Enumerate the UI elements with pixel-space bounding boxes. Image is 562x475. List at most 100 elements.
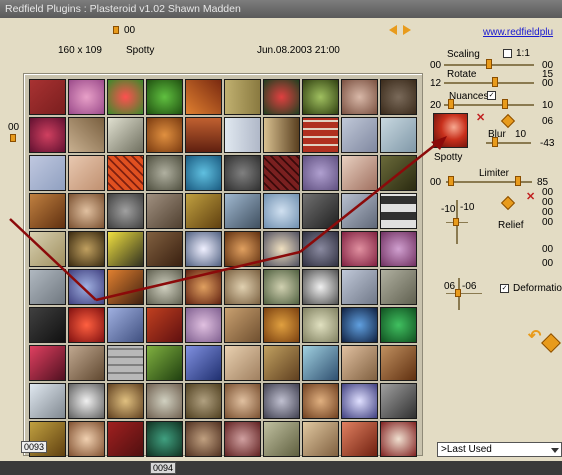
texture-tile[interactable] (302, 421, 339, 457)
texture-tile[interactable] (146, 383, 183, 419)
texture-tile[interactable] (341, 231, 378, 267)
texture-tile[interactable] (224, 117, 261, 153)
texture-tile[interactable] (107, 345, 144, 381)
texture-tile[interactable] (224, 269, 261, 305)
texture-tile[interactable] (341, 79, 378, 115)
texture-tile[interactable] (107, 383, 144, 419)
texture-tile[interactable] (302, 383, 339, 419)
texture-tile[interactable] (68, 307, 105, 343)
texture-tile[interactable] (185, 383, 222, 419)
random-diamond-icon[interactable] (500, 113, 516, 129)
texture-tile[interactable] (185, 117, 222, 153)
texture-tile[interactable] (302, 269, 339, 305)
nuances-slider[interactable] (444, 104, 534, 106)
texture-tile[interactable] (302, 79, 339, 115)
texture-tile[interactable] (146, 269, 183, 305)
texture-tile[interactable] (29, 193, 66, 229)
texture-tile[interactable] (185, 79, 222, 115)
texture-tile[interactable] (29, 79, 66, 115)
texture-tile[interactable] (302, 345, 339, 381)
texture-tile[interactable] (68, 383, 105, 419)
texture-preview[interactable] (433, 113, 468, 148)
texture-tile[interactable] (146, 421, 183, 457)
limiter-reset-x-icon[interactable]: ✕ (526, 190, 535, 203)
texture-tile[interactable] (146, 307, 183, 343)
texture-tile[interactable] (263, 421, 300, 457)
deformation-checkbox[interactable]: ✓ (500, 284, 509, 293)
texture-tile[interactable] (68, 345, 105, 381)
texture-tile[interactable] (302, 117, 339, 153)
texture-tile[interactable] (380, 383, 417, 419)
texture-tile[interactable] (380, 117, 417, 153)
texture-tile[interactable] (107, 421, 144, 457)
texture-tile[interactable] (263, 117, 300, 153)
texture-tile[interactable] (263, 269, 300, 305)
texture-tile[interactable] (380, 421, 417, 457)
ratio-checkbox[interactable] (503, 49, 512, 58)
texture-tile[interactable] (341, 193, 378, 229)
texture-tile[interactable] (263, 383, 300, 419)
texture-tile[interactable] (224, 155, 261, 191)
texture-tile[interactable] (146, 155, 183, 191)
deformation-horizontal-slider[interactable] (446, 293, 482, 294)
texture-tile[interactable] (68, 269, 105, 305)
nuances-checkbox[interactable]: ✓ (487, 91, 496, 100)
texture-tile[interactable] (29, 269, 66, 305)
texture-tile[interactable] (263, 193, 300, 229)
undo-arrow-icon[interactable]: ↶ (528, 326, 541, 346)
website-link[interactable]: www.redfieldplu (483, 27, 553, 38)
texture-tile[interactable] (146, 117, 183, 153)
texture-tile[interactable] (107, 155, 144, 191)
texture-tile[interactable] (224, 231, 261, 267)
texture-tile[interactable] (302, 155, 339, 191)
texture-tile[interactable] (107, 231, 144, 267)
texture-tile[interactable] (380, 345, 417, 381)
texture-tile[interactable] (341, 269, 378, 305)
texture-tile[interactable] (29, 383, 66, 419)
texture-tile[interactable] (263, 79, 300, 115)
preset-dropdown[interactable]: >Last Used (437, 442, 562, 457)
texture-tile[interactable] (185, 231, 222, 267)
texture-tile[interactable] (107, 117, 144, 153)
nuances-slider-thumb-right[interactable] (502, 99, 508, 109)
texture-tile[interactable] (107, 307, 144, 343)
scaling-slider-thumb[interactable] (486, 59, 492, 69)
texture-tile[interactable] (185, 345, 222, 381)
texture-tile[interactable] (341, 345, 378, 381)
limiter-slider-thumb-left[interactable] (448, 176, 454, 186)
reset-x-icon[interactable]: ✕ (476, 111, 485, 124)
texture-tile[interactable] (341, 117, 378, 153)
texture-tile[interactable] (68, 231, 105, 267)
texture-tile[interactable] (146, 193, 183, 229)
rotate-slider-thumb[interactable] (492, 77, 498, 87)
deformation-slider-thumb[interactable] (455, 289, 461, 297)
texture-tile[interactable] (380, 193, 417, 229)
texture-tile[interactable] (263, 307, 300, 343)
texture-tile[interactable] (224, 307, 261, 343)
texture-tile[interactable] (224, 79, 261, 115)
texture-tile[interactable] (341, 307, 378, 343)
prev-arrow-icon[interactable] (389, 25, 397, 35)
texture-tile[interactable] (107, 269, 144, 305)
texture-tile[interactable] (185, 269, 222, 305)
relief-slider-thumb[interactable] (453, 218, 459, 226)
relief-diamond-icon[interactable] (500, 195, 516, 211)
texture-tile[interactable] (29, 155, 66, 191)
texture-tile[interactable] (224, 345, 261, 381)
texture-tile[interactable] (68, 155, 105, 191)
texture-tile[interactable] (29, 345, 66, 381)
texture-tile[interactable] (185, 421, 222, 457)
texture-tile[interactable] (68, 193, 105, 229)
limiter-slider-thumb-right[interactable] (515, 176, 521, 186)
blur-slider-thumb[interactable] (492, 137, 498, 147)
texture-tile[interactable] (380, 269, 417, 305)
texture-tile[interactable] (263, 345, 300, 381)
texture-tile[interactable] (29, 117, 66, 153)
texture-tile[interactable] (224, 383, 261, 419)
texture-tile[interactable] (302, 193, 339, 229)
texture-tile[interactable] (185, 307, 222, 343)
rotate-slider[interactable] (444, 82, 534, 84)
texture-tile[interactable] (224, 421, 261, 457)
texture-tile[interactable] (380, 231, 417, 267)
texture-tile[interactable] (302, 307, 339, 343)
